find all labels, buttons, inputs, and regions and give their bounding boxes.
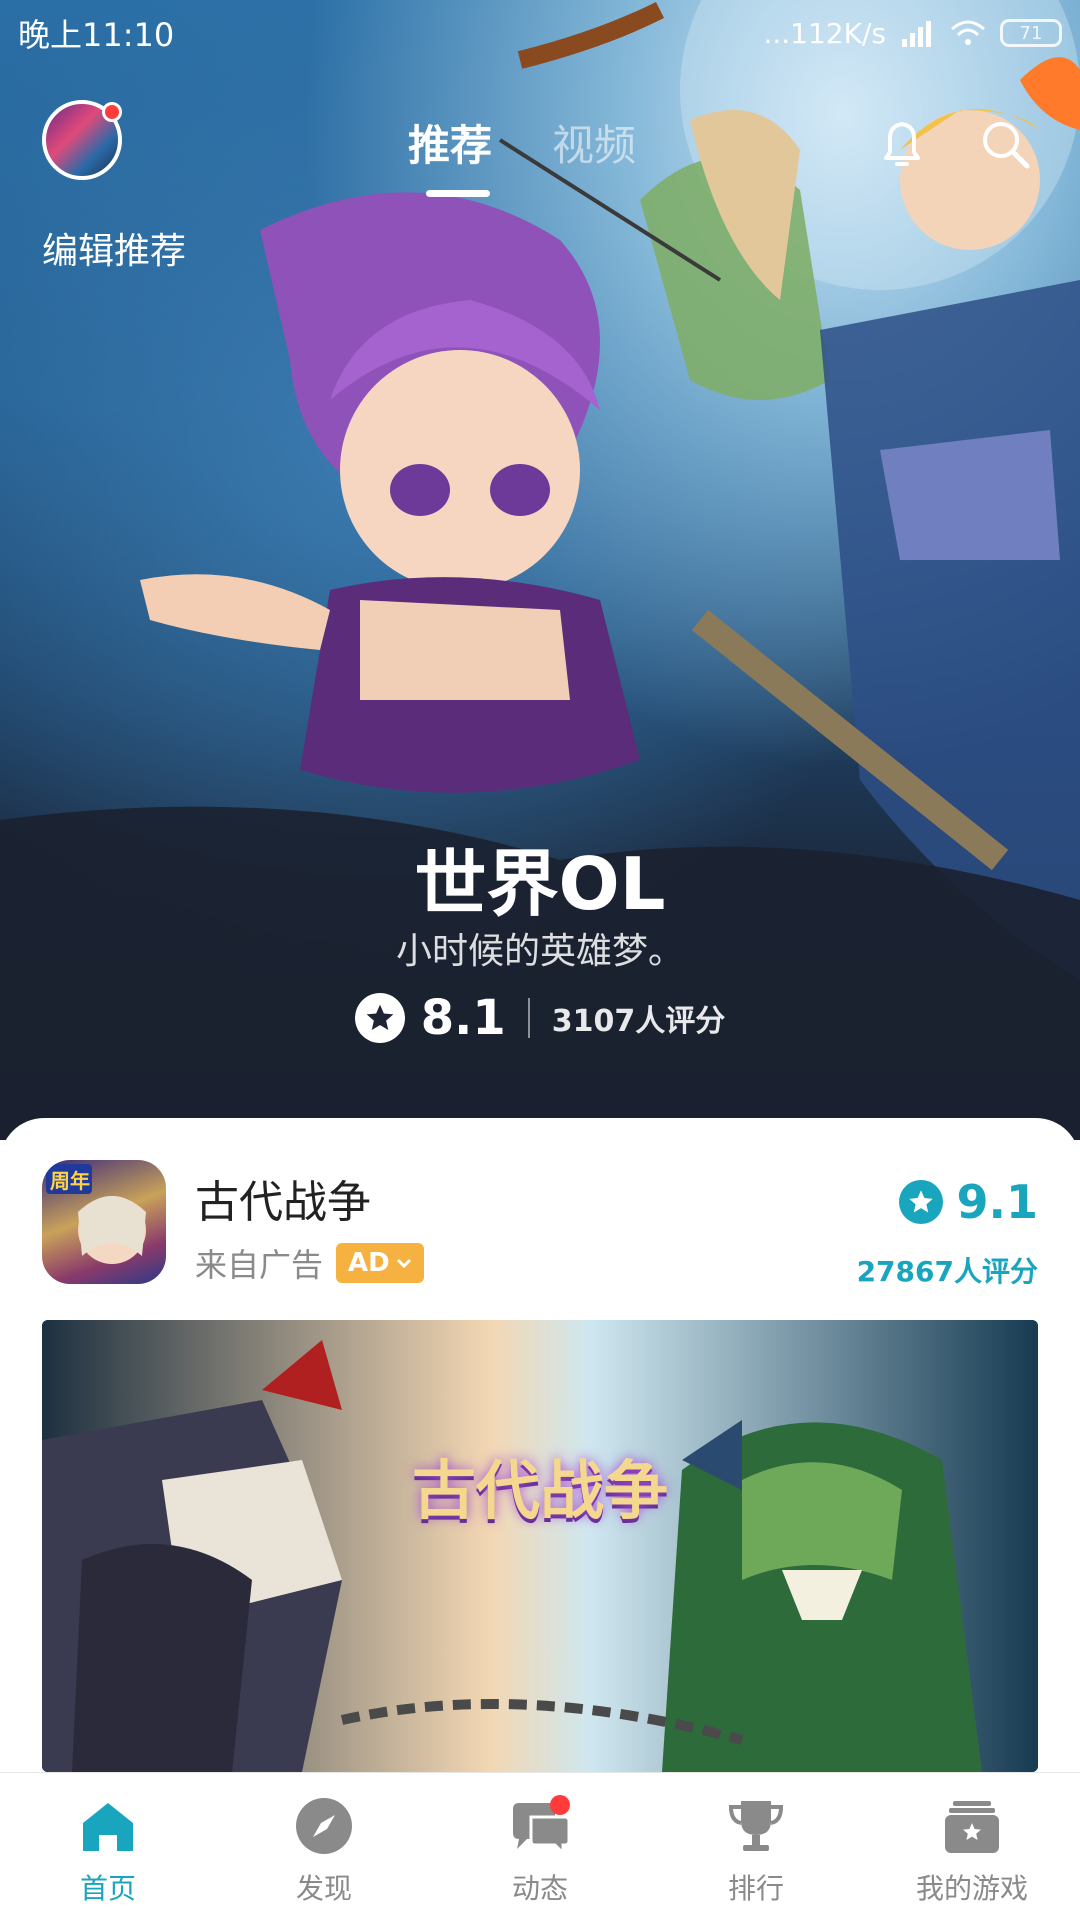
signal-icon xyxy=(902,21,931,47)
app-source: 来自广告 xyxy=(195,1246,324,1284)
app-icon-art: 周年 xyxy=(46,1164,146,1264)
battery-indicator: 71 xyxy=(1000,19,1062,47)
nav-label-my-games: 我的游戏 xyxy=(915,1872,1028,1905)
star-icon xyxy=(898,1180,943,1224)
tab-video[interactable]: 视频 xyxy=(552,112,636,173)
home-icon xyxy=(83,1803,133,1851)
ad-badge-label: AD xyxy=(348,1248,390,1278)
search-icon[interactable] xyxy=(975,114,1035,174)
status-indicators: ...112K/s 71 xyxy=(763,17,1062,50)
banner-title: 古代战争 xyxy=(412,1455,668,1529)
app-icon[interactable]: 周年 xyxy=(42,1160,166,1284)
notification-dot xyxy=(550,1795,570,1815)
hero-rating-count: 3107人评分 xyxy=(551,1004,726,1039)
nav-label-home: 首页 xyxy=(79,1872,136,1905)
app-name[interactable]: 古代战争 xyxy=(195,1166,371,1230)
app-banner-image[interactable]: 古代战争 xyxy=(42,1320,1038,1772)
nav-ranking[interactable]: 排行 xyxy=(648,1773,864,1921)
edit-recommend-label: 编辑推荐 xyxy=(42,231,187,272)
wifi-icon xyxy=(951,20,985,45)
trophy-icon xyxy=(728,1801,784,1851)
tab-recommend[interactable]: 推荐 xyxy=(408,112,492,197)
my-games-icon xyxy=(945,1801,999,1853)
nav-my-games[interactable]: 我的游戏 xyxy=(864,1773,1080,1921)
nav-discover[interactable]: 发现 xyxy=(216,1773,432,1921)
nav-label-activity: 动态 xyxy=(511,1872,568,1905)
user-avatar[interactable] xyxy=(42,100,122,180)
divider xyxy=(527,998,530,1038)
bell-icon[interactable] xyxy=(872,114,932,174)
app-icon-badge-text: 周年 xyxy=(50,1169,90,1193)
hero-banner[interactable]: 晚上11:10 ...112K/s 71 编辑推荐 推荐 视频 世界OL 小时候… xyxy=(0,0,1080,1140)
nav-activity[interactable]: 动态 xyxy=(432,1773,648,1921)
hero-title[interactable]: 世界OL xyxy=(0,825,1080,930)
notification-dot xyxy=(102,102,122,122)
top-tabs: 推荐 视频 xyxy=(408,112,636,197)
chevron-down-icon xyxy=(396,1258,411,1269)
status-bar: 晚上11:10 ...112K/s 71 xyxy=(0,0,1080,66)
app-rating: 9.1 xyxy=(898,1175,1039,1229)
nav-label-ranking: 排行 xyxy=(727,1872,784,1905)
app-rating-count: 27867人评分 xyxy=(856,1255,1038,1288)
star-icon xyxy=(354,993,405,1043)
hero-subtitle: 小时候的英雄梦。 xyxy=(395,931,684,972)
app-score: 9.1 xyxy=(956,1175,1039,1229)
nav-label-discover: 发现 xyxy=(295,1872,352,1905)
bottom-navigation: 首页 发现 动态 排行 我的游戏 xyxy=(0,1772,1080,1921)
compass-icon xyxy=(296,1798,352,1854)
ad-badge[interactable]: AD xyxy=(336,1243,424,1283)
banner-artwork xyxy=(42,1320,1038,1772)
hero-rating: 8.1 3107人评分 xyxy=(0,990,1080,1046)
nav-home[interactable]: 首页 xyxy=(0,1773,216,1921)
status-time: 晚上11:10 xyxy=(18,16,175,54)
hero-score: 8.1 xyxy=(420,990,506,1046)
network-speed: ...112K/s xyxy=(763,16,886,50)
